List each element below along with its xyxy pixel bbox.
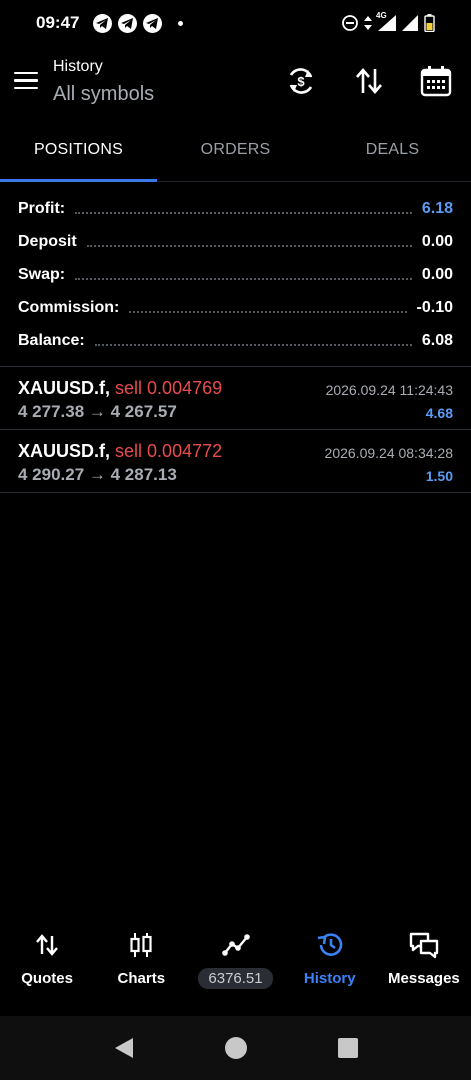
status-left: 09:47	[36, 13, 184, 33]
nav-label: Quotes	[21, 970, 73, 987]
calendar-button[interactable]	[419, 64, 453, 98]
dotted-leader	[75, 211, 412, 214]
signal-4g-icon: 4G	[376, 11, 396, 31]
menu-icon[interactable]	[14, 72, 38, 90]
telegram-icon	[118, 13, 138, 33]
status-bar: 09:47 4G	[0, 0, 471, 46]
position-symbol: XAUUSD.f, sell 0.004769	[18, 378, 222, 399]
position-symbol: XAUUSD.f, sell 0.004772	[18, 441, 222, 462]
sort-arrows-icon	[356, 68, 382, 94]
nav-messages[interactable]: Messages	[377, 920, 471, 1016]
position-time: 2026.09.24 08:34:28	[324, 445, 453, 461]
calendar-icon	[420, 66, 452, 97]
position-row[interactable]: XAUUSD.f, sell 0.004769 4 277.38 → 4 267…	[0, 367, 471, 430]
position-side-volume: sell 0.004772	[115, 441, 223, 461]
summary-label: Commission:	[18, 298, 120, 316]
nav-charts[interactable]: Charts	[94, 920, 188, 1016]
svg-text:$: $	[297, 74, 305, 89]
notification-dot-icon	[178, 20, 184, 26]
app-header: History All symbols $	[0, 46, 471, 118]
do-not-disturb-icon	[342, 15, 358, 31]
nav-quotes[interactable]: Quotes	[0, 920, 94, 1016]
candlestick-chart-icon	[129, 930, 153, 960]
summary-value: 0.00	[421, 232, 453, 250]
position-prices: 4 290.27 → 4 287.13	[18, 465, 177, 484]
tab-positions[interactable]: POSITIONS	[0, 128, 157, 182]
home-button[interactable]	[221, 1033, 251, 1063]
recents-square-icon	[337, 1038, 358, 1058]
back-triangle-icon	[114, 1038, 133, 1058]
position-prices: 4 277.38 → 4 267.57	[18, 402, 177, 421]
system-navigation-bar	[0, 1016, 471, 1080]
summary-label: Balance:	[18, 331, 85, 349]
nav-history[interactable]: History	[283, 920, 377, 1016]
nav-label: History	[303, 970, 356, 987]
summary-label: Swap:	[18, 265, 66, 283]
history-clock-icon	[315, 930, 345, 960]
summary-label: Deposit	[18, 232, 77, 250]
history-tabs: POSITIONS ORDERS DEALS	[0, 128, 471, 182]
status-right: 4G	[342, 11, 435, 32]
summary-value: 6.18	[421, 199, 453, 217]
tab-orders[interactable]: ORDERS	[157, 128, 314, 181]
data-arrows-icon	[364, 16, 372, 30]
summary-panel: Profit: 6.18 Deposit 0.00 Swap: 0.00 Com…	[0, 192, 471, 357]
symbol-name: XAUUSD.f,	[18, 441, 111, 461]
currency-exchange-button[interactable]: $	[284, 64, 318, 98]
summary-value: 0.00	[421, 265, 453, 283]
summary-value: -0.10	[416, 298, 453, 316]
signal-icon	[402, 15, 418, 31]
summary-row-deposit: Deposit 0.00	[0, 225, 471, 258]
position-row[interactable]: XAUUSD.f, sell 0.004772 4 290.27 → 4 287…	[0, 430, 471, 493]
position-profit: 4.68	[425, 405, 453, 421]
recents-button[interactable]	[333, 1033, 363, 1063]
nav-label: Charts	[117, 970, 166, 987]
position-time: 2026.09.24 11:24:43	[325, 382, 453, 398]
positions-list: XAUUSD.f, sell 0.004769 4 277.38 → 4 267…	[0, 366, 471, 493]
tab-deals[interactable]: DEALS	[314, 128, 471, 181]
nav-label: Messages	[388, 970, 460, 987]
nav-trade[interactable]: 6376.51	[188, 920, 282, 1016]
summary-row-swap: Swap: 0.00	[0, 258, 471, 291]
position-profit: 1.50	[425, 468, 453, 484]
sort-button[interactable]	[352, 64, 386, 98]
symbol-name: XAUUSD.f,	[18, 378, 111, 398]
messages-chat-icon	[408, 930, 440, 960]
network-type-label: 4G	[376, 11, 387, 20]
quotes-arrows-icon	[35, 930, 59, 960]
currency-refresh-icon: $	[289, 68, 313, 94]
telegram-icon	[143, 13, 163, 33]
summary-label: Profit:	[18, 199, 66, 217]
summary-row-commission: Commission: -0.10	[0, 291, 471, 324]
summary-row-profit: Profit: 6.18	[0, 192, 471, 225]
bottom-navigation: Quotes Charts 6376.51 History Messages	[0, 920, 471, 1016]
trade-line-icon	[221, 930, 250, 960]
position-side-volume: sell 0.004769	[115, 378, 223, 398]
telegram-icon	[93, 13, 113, 33]
home-circle-icon	[224, 1037, 247, 1059]
dotted-leader	[94, 343, 412, 346]
page-title: History	[53, 58, 103, 75]
dotted-leader	[75, 277, 412, 280]
summary-value: 6.08	[421, 331, 453, 349]
equity-badge: 6376.51	[198, 968, 273, 989]
summary-row-balance: Balance: 6.08	[0, 324, 471, 357]
back-button[interactable]	[109, 1033, 139, 1063]
dotted-leader	[129, 310, 407, 313]
dotted-leader	[86, 244, 412, 247]
symbol-filter[interactable]: All symbols	[53, 83, 154, 106]
battery-icon	[424, 14, 435, 32]
status-time: 09:47	[36, 13, 80, 32]
